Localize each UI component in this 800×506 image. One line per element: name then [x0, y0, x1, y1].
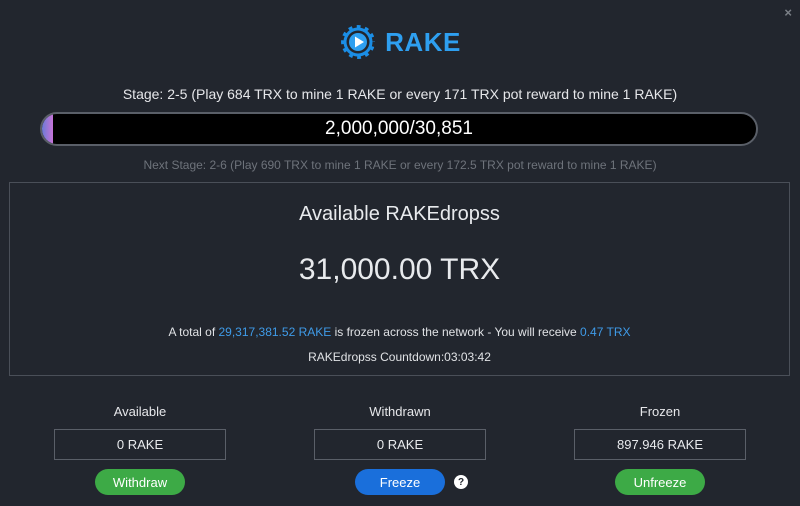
countdown-text: RAKEdropss Countdown:03:03:42 — [308, 350, 491, 364]
info-prefix: A total of — [168, 325, 219, 339]
poker-chip-play-icon — [339, 23, 378, 61]
frozen-column: Frozen 897.946 RAKE Unfreeze — [574, 404, 746, 495]
help-icon[interactable]: ? — [454, 475, 468, 489]
mining-progress-bar: 2,000,000/30,851 — [40, 112, 758, 146]
rake-logo: RAKE — [0, 23, 800, 61]
rakedrops-panel: Available RAKEdropss 31,000.00 TRX A tot… — [9, 182, 790, 376]
frozen-info: A total of 29,317,381.52 RAKE is frozen … — [10, 325, 789, 339]
next-stage-text: Next Stage: 2-6 (Play 690 TRX to mine 1 … — [143, 158, 657, 172]
progress-text: 2,000,000/30,851 — [325, 118, 473, 139]
withdraw-button[interactable]: Withdraw — [95, 469, 185, 495]
frozen-label: Frozen — [639, 404, 681, 419]
withdrawn-value: 0 RAKE — [314, 429, 486, 460]
frozen-total: 29,317,381.52 RAKE — [218, 325, 332, 339]
available-column: Available 0 RAKE Withdraw — [54, 404, 226, 495]
receive-amount: 0.47 TRX — [580, 325, 631, 339]
panel-title: Available RAKEdropss — [299, 203, 500, 225]
logo-text: RAKE — [385, 26, 461, 57]
current-stage-text: Stage: 2-5 (Play 684 TRX to mine 1 RAKE … — [122, 86, 678, 102]
available-amount: 31,000.00 TRX — [298, 253, 501, 286]
available-label: Available — [113, 404, 167, 419]
freeze-button[interactable]: Freeze — [355, 469, 445, 495]
frozen-value: 897.946 RAKE — [574, 429, 746, 460]
available-value: 0 RAKE — [54, 429, 226, 460]
withdrawn-column: Withdrawn 0 RAKE Freeze ? — [314, 404, 486, 495]
withdrawn-label: Withdrawn — [369, 404, 431, 419]
unfreeze-button[interactable]: Unfreeze — [615, 469, 705, 495]
info-middle: is frozen across the network - You will … — [331, 325, 581, 339]
close-icon[interactable]: × — [784, 6, 792, 20]
